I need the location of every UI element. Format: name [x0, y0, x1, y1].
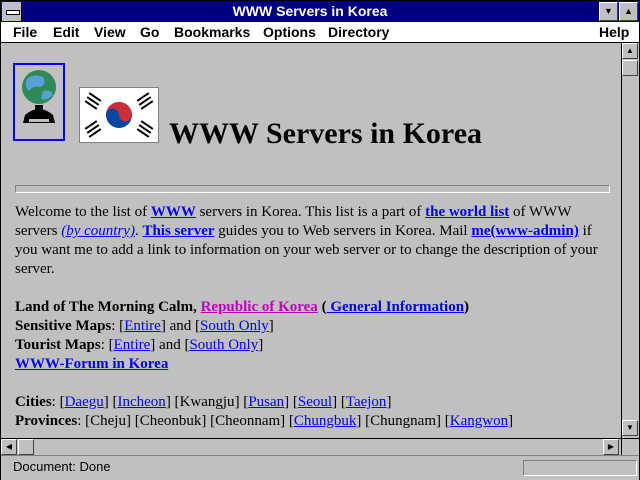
- scroll-left-button[interactable]: ◀: [1, 439, 17, 455]
- land-paren: (: [317, 299, 327, 315]
- link-republic-of-korea[interactable]: Republic of Korea: [201, 299, 318, 315]
- scroll-up-button[interactable]: ▲: [622, 43, 638, 59]
- link-city-seoul[interactable]: Seoul: [298, 394, 332, 410]
- window-title: WWW Servers in Korea: [232, 3, 388, 19]
- page-heading: WWW Servers in Korea: [169, 117, 483, 150]
- hscroll-thumb[interactable]: [18, 439, 34, 455]
- maximize-button[interactable]: ▲: [619, 2, 638, 21]
- link-province-chungbuk[interactable]: Chungbuk: [294, 413, 357, 429]
- provinces-label: Provinces: [15, 413, 78, 429]
- provinces-line: Provinces: [Cheju] [Cheonbuk] [Cheonnam]…: [15, 413, 514, 429]
- sensitive-maps-label: Sensitive Maps: [15, 318, 112, 334]
- link-province-kangwon[interactable]: Kangwon: [450, 413, 508, 429]
- menu-help[interactable]: Help: [599, 24, 629, 40]
- menu-go[interactable]: Go: [140, 24, 159, 40]
- browser-window: WWW Servers in Korea ▼ ▲ File Edit View …: [0, 0, 640, 480]
- link-this-server[interactable]: This server: [142, 223, 214, 239]
- link-www-forum[interactable]: WWW-Forum in Korea: [15, 356, 168, 372]
- intro-text: Welcome to the list of: [15, 204, 151, 220]
- system-menu-icon: [6, 10, 20, 15]
- province-cheju: Cheju: [90, 413, 126, 429]
- horizontal-rule: [15, 185, 610, 193]
- land-label: Land of The Morning Calm,: [15, 299, 201, 315]
- scroll-up-icon: ▲: [626, 46, 634, 55]
- link-sensitive-south[interactable]: South Only: [200, 318, 269, 334]
- tourist-maps-line: Tourist Maps: [Entire] and [South Only]: [15, 336, 613, 355]
- maximize-icon: ▲: [624, 6, 633, 16]
- status-bar: Document: Done: [1, 455, 639, 480]
- link-tourist-south[interactable]: South Only: [189, 337, 258, 353]
- horizontal-scrollbar[interactable]: ◀ ▶: [1, 438, 621, 455]
- link-general-information[interactable]: General Information: [327, 299, 464, 315]
- minimize-icon: ▼: [604, 6, 613, 16]
- scroll-right-button[interactable]: ▶: [603, 439, 619, 455]
- province-cheonnam: Cheonnam: [215, 413, 281, 429]
- taegukgi-icon: [80, 88, 158, 142]
- scroll-left-icon: ◀: [5, 442, 13, 451]
- sep: : [: [111, 318, 125, 334]
- link-city-pusan[interactable]: Pusan: [248, 394, 284, 410]
- link-by-country[interactable]: (by country): [61, 223, 135, 239]
- scrollbar-corner: [621, 438, 639, 455]
- forum-line: WWW-Forum in Korea: [15, 355, 613, 374]
- link-mail-admin[interactable]: me(www-admin): [471, 223, 578, 239]
- province-cheonbuk: Cheonbuk: [139, 413, 202, 429]
- system-menu-button[interactable]: [2, 2, 22, 21]
- menu-bar: File Edit View Go Bookmarks Options Dire…: [1, 22, 639, 43]
- menu-options[interactable]: Options: [263, 24, 316, 40]
- city-kwangju: Kwangju: [179, 394, 235, 410]
- globe-logo-link[interactable]: [13, 63, 65, 141]
- sep: ] and [: [150, 337, 190, 353]
- cities-line: Cities: [Daegu] [Incheon] [Kwangju] [Pus…: [15, 394, 392, 410]
- link-sensitive-entire[interactable]: Entire: [124, 318, 161, 334]
- cities-label: Cities: [15, 394, 52, 410]
- sep: ]: [268, 318, 274, 334]
- sensitive-maps-line: Sensitive Maps: [Entire] and [South Only…: [15, 317, 613, 336]
- sep: ]: [258, 337, 264, 353]
- link-www[interactable]: WWW: [151, 204, 196, 220]
- scroll-thumb[interactable]: [622, 60, 638, 76]
- title-bar: WWW Servers in Korea ▼ ▲: [1, 1, 639, 22]
- menu-directory[interactable]: Directory: [328, 24, 389, 40]
- scroll-down-icon: ▼: [626, 423, 634, 432]
- menu-view[interactable]: View: [94, 24, 126, 40]
- menu-bookmarks[interactable]: Bookmarks: [174, 24, 250, 40]
- page-content: WWW Servers in Korea Welcome to the list…: [1, 43, 621, 438]
- link-world-list[interactable]: the world list: [425, 204, 509, 220]
- scroll-down-button[interactable]: ▼: [622, 420, 638, 436]
- intro-text: guides you to Web servers in Korea. Mail: [214, 223, 472, 239]
- scroll-right-icon: ▶: [607, 442, 615, 451]
- intro-paragraph: Welcome to the list of WWW servers in Ko…: [15, 203, 613, 279]
- vertical-scrollbar[interactable]: ▲ ▼: [621, 43, 639, 438]
- link-city-daegu[interactable]: Daegu: [65, 394, 104, 410]
- link-city-incheon[interactable]: Incheon: [118, 394, 166, 410]
- korea-flag-image: [79, 87, 159, 143]
- sep: : [: [100, 337, 114, 353]
- land-line: Land of The Morning Calm, Republic of Ko…: [15, 298, 613, 317]
- province-chungnam: Chungnam: [370, 413, 437, 429]
- progress-well: [523, 460, 637, 476]
- tourist-maps-label: Tourist Maps: [15, 337, 101, 353]
- menu-edit[interactable]: Edit: [53, 24, 79, 40]
- globe-icon: [22, 70, 56, 123]
- directory-links: Land of The Morning Calm, Republic of Ko…: [15, 298, 613, 431]
- minimize-button[interactable]: ▼: [599, 2, 618, 21]
- sep: ] and [: [160, 318, 200, 334]
- intro-text: servers in Korea. This list is a part of: [195, 204, 426, 220]
- link-city-taejon[interactable]: Taejon: [346, 394, 387, 410]
- menu-file[interactable]: File: [13, 24, 37, 40]
- land-paren: ): [464, 299, 470, 315]
- link-tourist-entire[interactable]: Entire: [114, 337, 151, 353]
- status-text: Document: Done: [13, 459, 111, 474]
